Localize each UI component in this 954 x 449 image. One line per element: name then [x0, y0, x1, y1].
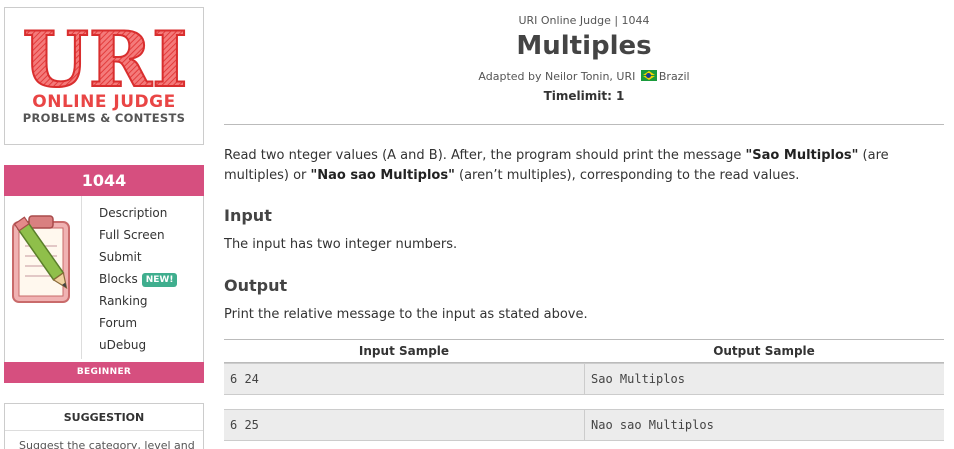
output-text: Print the relative message to the input …	[224, 307, 588, 322]
sample-input-cell: 6 24	[230, 372, 259, 386]
sample-output-cell: Sao Multiplos	[584, 364, 944, 394]
samples-table: Input Sample Output Sample 6 24 Sao Mult…	[224, 339, 944, 441]
table-row: 6 24 Sao Multiplos	[224, 363, 944, 395]
page-title: Multiples	[516, 31, 652, 61]
problem-panel: 1044 Description Full Screen Submit Bloc…	[4, 165, 204, 383]
judge-reference: URI Online Judge | 1044	[518, 14, 650, 27]
problem-level[interactable]: BEGINNER	[4, 362, 204, 383]
menu-blocks[interactable]: Blocks NEW!	[99, 271, 178, 293]
header-divider	[224, 124, 944, 125]
brazil-flag-icon	[640, 70, 657, 81]
logo-main-text: URI	[23, 20, 187, 94]
logo-online-judge: ONLINE JUDGE	[32, 92, 176, 112]
menu-description[interactable]: Description	[99, 205, 177, 227]
problem-menu: Description Full Screen Submit Blocks NEW…	[99, 205, 178, 359]
problem-description: Read two nteger values (A and B). After,…	[224, 148, 889, 183]
problem-id: 1044	[4, 165, 204, 196]
input-text: The input has two integer numbers.	[224, 237, 458, 252]
panel-divider	[81, 196, 82, 359]
samples-header-row: Input Sample Output Sample	[224, 339, 944, 363]
new-badge: NEW!	[141, 273, 178, 287]
sample-output-cell: Nao sao Multiplos	[584, 410, 944, 440]
suggestion-text: Suggest the category, level and	[19, 439, 195, 449]
timelimit: Timelimit: 1	[543, 89, 625, 103]
menu-udebug[interactable]: uDebug	[99, 337, 177, 359]
menu-full-screen[interactable]: Full Screen	[99, 227, 177, 249]
country-name: Brazil	[658, 70, 690, 83]
input-heading: Input	[224, 206, 272, 225]
output-heading: Output	[224, 276, 288, 295]
uri-logo-icon: URI	[23, 20, 187, 94]
adapted-by: Adapted by Neilor Tonin, URI	[478, 70, 636, 83]
table-row: 6 25 Nao sao Multiplos	[224, 409, 944, 441]
input-sample-header: Input Sample	[358, 344, 450, 358]
suggestion-panel: SUGGESTION Suggest the category, level a…	[4, 403, 204, 449]
author-line: Adapted by Neilor Tonin, URI Brazil	[224, 70, 944, 83]
clipboard-pencil-icon	[12, 215, 70, 303]
sample-input-cell: 6 25	[230, 418, 259, 432]
menu-forum[interactable]: Forum	[99, 315, 177, 337]
menu-submit[interactable]: Submit	[99, 249, 177, 271]
suggestion-title: SUGGESTION	[5, 404, 203, 431]
output-sample-header: Output Sample	[713, 344, 815, 358]
menu-ranking[interactable]: Ranking	[99, 293, 177, 315]
logo-problems-contests: PROBLEMS & CONTESTS	[22, 111, 186, 125]
site-logo[interactable]: URI ONLINE JUDGE PROBLEMS & CONTESTS	[4, 7, 204, 145]
